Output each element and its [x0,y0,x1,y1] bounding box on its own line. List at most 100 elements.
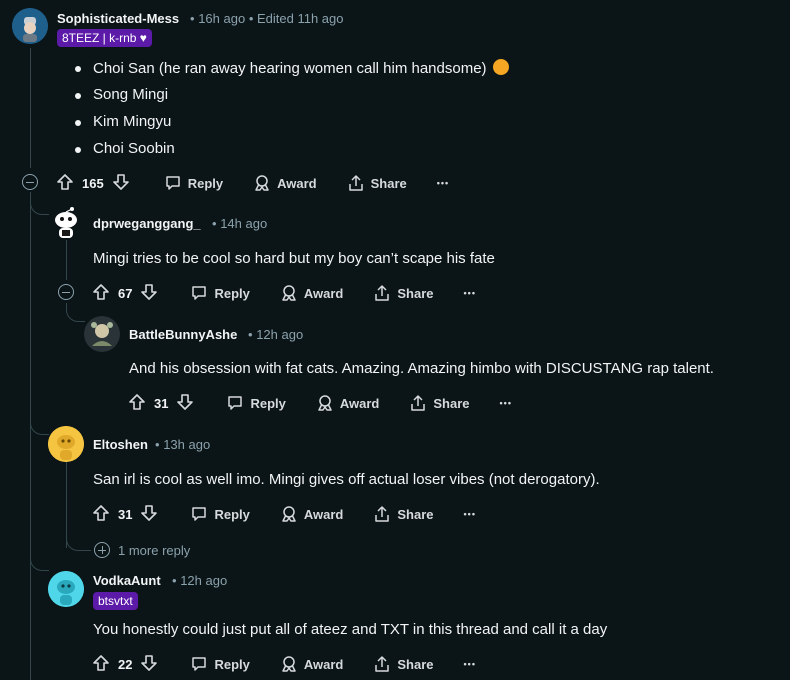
award-label: Award [303,656,344,672]
award-button[interactable]: Award [280,284,343,302]
comment-author[interactable]: Eltoshen [93,437,148,452]
comment-time: 13h ago [163,437,211,452]
share-button[interactable]: Share [347,174,407,192]
comment-time: 16h ago [198,11,246,26]
plus-circle-icon [94,542,110,558]
downvote-button[interactable] [112,173,130,194]
vote-group: 22 [92,654,158,675]
vote-group: 31 [128,393,194,414]
reply-button[interactable]: Reply [190,655,250,673]
share-button[interactable]: Share [409,394,470,412]
upvote-button[interactable] [92,283,110,304]
avatar[interactable] [48,204,84,240]
upvote-button[interactable] [92,504,110,525]
reply-button[interactable]: Reply [190,505,250,523]
arrow-down-icon [177,393,194,410]
upvote-button[interactable] [128,393,146,414]
avatar[interactable] [12,8,48,44]
more-options-button[interactable]: ••• [464,288,476,298]
list-item-text: Choi San (he ran away hearing women call… [93,60,487,77]
comment-author[interactable]: BattleBunnyAshe [129,327,237,342]
more-options-button[interactable]: ••• [437,178,449,188]
vote-group: 165 [56,173,130,194]
reply-label: Reply [187,175,224,191]
comment-author[interactable]: dprweganggang_ [93,216,201,231]
downvote-button[interactable] [140,283,158,304]
share-label: Share [397,656,434,672]
downvote-button[interactable] [140,504,158,525]
snoo-avatar-image [55,207,77,238]
share-label: Share [433,395,470,411]
more-replies-label: 1 more reply [118,542,191,558]
comment-timestamp: • 16h ago • Edited 11h ago [190,11,344,26]
avatar[interactable] [48,426,84,462]
award-label: Award [339,395,380,411]
award-label: Award [303,506,344,522]
more-replies-button[interactable]: 1 more reply [94,542,190,558]
thread-elbow [66,532,91,551]
reply-button[interactable]: Reply [164,174,223,192]
award-button[interactable]: Award [280,655,344,673]
share-label: Share [397,506,434,522]
share-arrow-icon [375,656,390,672]
comment-time: 12h ago [256,327,304,342]
award-ribbon-icon [282,656,296,672]
reply-label: Reply [214,285,250,301]
vote-count: 22 [118,656,133,672]
meta-separator: • [248,11,254,26]
award-button[interactable]: Award [316,394,380,412]
thread-elbow [30,552,49,571]
share-arrow-icon [375,506,390,522]
thread-elbow [66,303,85,322]
reply-label: Reply [250,395,286,411]
more-options-icon: ••• [463,509,476,519]
thread-elbow [30,196,49,215]
downvote-button[interactable] [176,393,194,414]
more-options-icon: ••• [436,178,450,188]
speech-bubble-icon [192,286,207,300]
upvote-button[interactable] [56,173,74,194]
list-item: Song Mingi [74,86,169,103]
arrow-up-icon [93,654,109,671]
snoo-avatar-image [48,426,84,462]
comment-timestamp: • 14h ago [212,216,267,231]
comment-time: 14h ago [220,216,268,231]
thread-line [66,240,67,280]
list-item: Choi San (he ran away hearing women call… [75,59,509,77]
award-button[interactable]: Award [253,174,317,192]
collapse-thread-button[interactable] [22,174,38,190]
comment-actions: 165 Reply Award Share ••• [56,173,449,193]
award-ribbon-icon [255,175,269,191]
reply-button[interactable]: Reply [190,284,250,302]
upvote-button[interactable] [92,654,110,675]
avatar[interactable] [48,571,84,607]
share-button[interactable]: Share [373,505,434,523]
meta-separator: • [155,437,160,452]
comment-author[interactable]: VodkaAunt [93,573,161,588]
award-ribbon-icon [318,395,332,411]
comment-actions: 22 Reply Award Share ••• [92,654,476,674]
award-button[interactable]: Award [280,505,344,523]
vote-count: 31 [154,395,169,411]
avatar[interactable] [84,316,120,352]
comment-author[interactable]: Sophisticated-Mess [57,11,179,26]
share-label: Share [370,175,407,191]
more-options-button[interactable]: ••• [464,509,476,519]
more-options-button[interactable]: ••• [464,659,476,669]
arrow-down-icon [141,504,158,521]
reply-button[interactable]: Reply [226,394,286,412]
avatar-image [84,316,120,352]
speech-bubble-icon [228,396,243,410]
arrow-down-icon [141,654,158,671]
comment-body: San irl is cool as well imo. Mingi gives… [93,471,600,488]
comment-actions: 31 Reply Award Share ••• [92,504,476,524]
share-label: Share [397,285,434,301]
downvote-button[interactable] [140,654,158,675]
vote-count: 165 [82,175,104,191]
more-options-button[interactable]: ••• [500,398,512,408]
comment-body: You honestly could just put all of ateez… [93,621,608,638]
share-button[interactable]: Share [373,655,434,673]
vote-count: 31 [118,506,133,522]
collapse-thread-button[interactable] [58,284,74,300]
share-button[interactable]: Share [373,284,434,302]
